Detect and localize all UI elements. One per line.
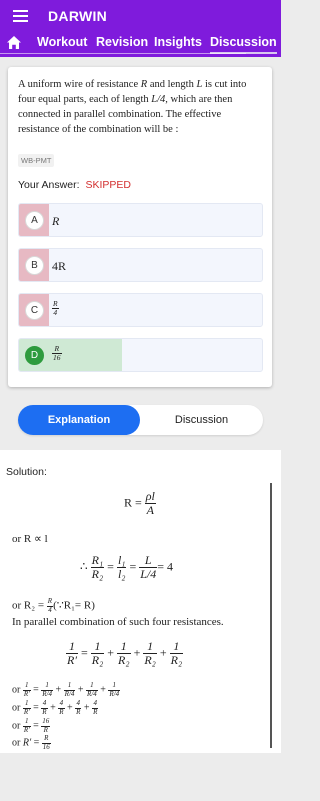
option-text: R — [52, 214, 60, 228]
home-icon[interactable] — [6, 35, 22, 50]
app-bar: DARWIN Workout Revision Insights Discuss… — [0, 0, 281, 57]
option-a[interactable]: A R — [18, 203, 263, 237]
option-b[interactable]: B 4R — [18, 248, 263, 282]
equation-ratio: ∴ R₁ R₂ = l₁ l₂ = L L/4 = 4 — [80, 553, 174, 582]
option-text: R4 — [52, 299, 59, 317]
solution-tab-toggle: Explanation Discussion — [18, 405, 263, 435]
solution-label: Solution: — [6, 466, 47, 478]
option-letter: A — [25, 211, 44, 230]
question-card: A uniform wire of resistance R and lengt… — [8, 67, 272, 387]
scrollbar[interactable] — [270, 483, 272, 748]
equation-resistance: R = ρl A — [124, 489, 156, 518]
step-line-1: or 1 R′ = 1 R/4 + 1 R/4 + 1 R/4 + 1 R/4 — [12, 681, 121, 698]
proportional-line: or R ∝ l — [12, 533, 48, 545]
equation-parallel: 1 R′ = 1 R₂ + 1 R₂ + 1 R₂ + 1 R₂ — [66, 639, 184, 668]
question-text: A uniform wire of resistance R and lengt… — [18, 79, 247, 135]
step-line-3: or 1 R′ = 16 R — [12, 717, 51, 734]
option-letter: D — [25, 346, 44, 365]
option-text: R 16 — [52, 344, 62, 362]
option-d[interactable]: D R 16 — [18, 338, 263, 372]
app-title: DARWIN — [48, 8, 108, 24]
tab-insights[interactable]: Insights — [154, 35, 202, 49]
answer-status: SKIPPED — [85, 179, 132, 191]
nav-tabs: Workout Revision Insights Discussion — [0, 31, 281, 55]
hamburger-menu-icon[interactable] — [13, 10, 28, 22]
step-line-2: or 1 R′ = 4R + 4R + 4R + 4R — [12, 699, 99, 716]
bottom-area — [0, 753, 281, 801]
your-answer: Your Answer: SKIPPED — [18, 179, 132, 191]
app-title-bar: DARWIN — [0, 0, 281, 31]
solution-panel: Solution: R = ρl A or R ∝ l ∴ R₁ R₂ = l₁ l₂… — [0, 450, 281, 753]
option-c[interactable]: C R4 — [18, 293, 263, 327]
step-line-4: or R′ = R 16 — [12, 734, 51, 751]
nav-divider — [0, 53, 246, 54]
option-letter: C — [25, 301, 44, 320]
tab-workout[interactable]: Workout — [37, 35, 87, 49]
r2-line: or R₂ = R 4 (∵R₁= R) — [12, 597, 95, 614]
option-letter: B — [25, 256, 44, 275]
source-badge: WB-PMT — [18, 154, 55, 167]
tab-discussion-toggle[interactable]: Discussion — [140, 405, 263, 435]
tab-revision[interactable]: Revision — [96, 35, 148, 49]
parallel-text: In parallel combination of such four res… — [12, 616, 224, 628]
tab-discussion[interactable]: Discussion — [210, 35, 277, 54]
option-text: 4R — [52, 259, 67, 273]
tab-explanation[interactable]: Explanation — [18, 405, 140, 435]
